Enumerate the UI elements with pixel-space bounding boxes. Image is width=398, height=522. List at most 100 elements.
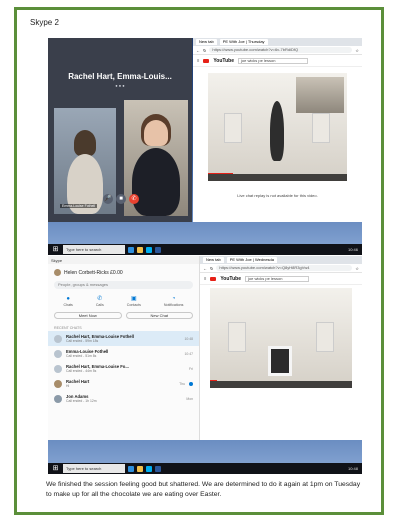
video-player[interactable] xyxy=(210,288,352,388)
browser-window: New tab PE With Joe | Wednesda ← ↻ https… xyxy=(200,256,362,440)
fireplace xyxy=(268,346,292,376)
chat-time: 10:48 xyxy=(184,336,194,341)
nav-contacts[interactable]: ▣ Contacts xyxy=(127,296,141,307)
tab-youtube[interactable]: PE With Joe | Thursday xyxy=(219,39,268,45)
video-player[interactable] xyxy=(208,73,347,181)
windows-start-icon[interactable]: ⊞ xyxy=(51,245,60,254)
star-icon[interactable]: ☆ xyxy=(355,266,359,271)
skype-call-window: Rachel Hart, Emma-Louis... ● ● ● Emma-Lo… xyxy=(48,38,192,222)
meet-now-button[interactable]: Meet Now xyxy=(54,312,122,319)
call-participants: Rachel Hart, Emma-Louis... xyxy=(68,72,172,81)
word-icon[interactable] xyxy=(155,465,161,472)
refresh-icon[interactable]: ↻ xyxy=(210,266,213,271)
hangup-button[interactable]: ✆ xyxy=(129,194,139,204)
nav-chats-label: Chats xyxy=(63,303,73,307)
unread-badge xyxy=(189,381,193,386)
nav-calls[interactable]: ✆ Calls xyxy=(96,296,104,307)
chat-time: Mon xyxy=(186,396,193,401)
nav-notifications[interactable]: ◔ Notifications xyxy=(164,296,184,307)
document-caption: We finished the session feeling good but… xyxy=(46,481,361,498)
address-bar: ← ↻ https://www.youtube.com/watch?v=6v-7… xyxy=(193,46,362,55)
contacts-icon: ▣ xyxy=(131,296,137,302)
chat-item[interactable]: Jon Adams Call ended - 1h 12m Mon xyxy=(48,391,199,406)
skype-profile[interactable]: Helen Corbett-Ricks £0.00 xyxy=(48,264,199,279)
chat-icon: ● xyxy=(66,296,70,302)
chat-item[interactable]: Rachel Hart, Emma-Louise Fothell Call end… xyxy=(48,331,199,346)
taskbar-clock: 10:46 xyxy=(347,247,358,252)
tile-left-name: Emma-Louise Fothell xyxy=(60,204,98,208)
presenter xyxy=(270,101,284,161)
chat-time: Fri xyxy=(189,366,193,371)
youtube-header: ≡ YouTube joe wicks pe lesson xyxy=(193,55,362,67)
folder-icon[interactable] xyxy=(137,246,143,253)
skype-search-input[interactable]: People, groups & messages xyxy=(54,281,193,289)
chat-avatar xyxy=(54,334,62,343)
chat-preview: Call ended - 44m 5s xyxy=(66,369,97,373)
youtube-search-input[interactable]: joe wicks pe lesson xyxy=(245,275,309,282)
shelf-left xyxy=(228,322,246,352)
pip-video[interactable] xyxy=(296,77,344,113)
chat-preview: Call ended - 51m 8s xyxy=(66,354,97,358)
back-icon[interactable]: ← xyxy=(196,48,200,53)
video-controls[interactable] xyxy=(210,381,352,388)
person-right-body xyxy=(132,148,180,216)
menu-icon[interactable]: ≡ xyxy=(197,58,199,63)
tab-new[interactable]: New tab xyxy=(203,257,224,263)
word-icon[interactable] xyxy=(155,246,161,253)
chat-item[interactable]: Rachel Hart Hi Thu xyxy=(48,376,199,391)
skype-titlebar: Skype xyxy=(48,256,199,264)
camera-button[interactable]: ■ xyxy=(116,194,126,204)
address-bar: ← ↻ https://www.youtube.com/watch?v=Q8yH… xyxy=(200,264,362,273)
nav-contacts-label: Contacts xyxy=(126,303,141,307)
nav-calls-label: Calls xyxy=(95,303,104,307)
youtube-logo-icon[interactable] xyxy=(210,276,217,281)
star-icon[interactable]: ☆ xyxy=(355,48,359,53)
mic-button[interactable]: 🎤 xyxy=(103,194,113,204)
folder-icon[interactable] xyxy=(137,465,143,472)
youtube-wordmark: YouTube xyxy=(213,57,234,64)
skype-icon[interactable] xyxy=(146,465,152,472)
screenshot-skype-call: Rachel Hart, Emma-Louis... ● ● ● Emma-Lo… xyxy=(48,38,362,255)
refresh-icon[interactable]: ↻ xyxy=(203,48,206,53)
url-input[interactable]: https://www.youtube.com/watch?v=Q8yH8R3g… xyxy=(216,265,353,271)
youtube-logo-icon[interactable] xyxy=(203,58,210,63)
avatar xyxy=(54,269,61,276)
document-title: Skype 2 xyxy=(30,18,59,27)
recent-chats-header: RECENT CHATS xyxy=(54,326,82,330)
edge-icon[interactable] xyxy=(128,465,134,472)
tab-new[interactable]: New tab xyxy=(196,39,217,45)
taskbar-clock: 10:48 xyxy=(347,466,358,471)
taskbar: ⊞ Type here to search 10:48 xyxy=(48,463,362,474)
chat-time: Thu xyxy=(179,381,185,386)
nav-chats[interactable]: ● Chats xyxy=(63,296,72,307)
skype-window: Skype Helen Corbett-Ricks £0.00 People, … xyxy=(48,256,200,440)
chat-time: 10:47 xyxy=(184,351,194,356)
taskbar-search-input[interactable]: Type here to search xyxy=(63,464,125,473)
shelf-right xyxy=(316,322,334,352)
nav-notifications-label: Notifications xyxy=(163,303,184,307)
skype-icon[interactable] xyxy=(146,246,152,253)
edge-icon[interactable] xyxy=(128,246,134,253)
bell-icon: ◔ xyxy=(171,296,176,302)
menu-icon[interactable]: ≡ xyxy=(204,276,206,281)
live-chat-notice: Live chat replay is not available for th… xyxy=(237,193,318,198)
shelf-right xyxy=(312,113,330,143)
windows-start-icon[interactable]: ⊞ xyxy=(51,464,60,473)
chat-avatar xyxy=(54,379,62,388)
new-chat-button[interactable]: New Chat xyxy=(125,312,193,319)
chat-item[interactable]: Emma-Louise Fothell Call ended - 51m 8s 1… xyxy=(48,346,199,361)
browser-window: New tab PE With Joe | Thursday ← ↻ https… xyxy=(193,38,362,222)
youtube-search-input[interactable]: joe wicks pe lesson xyxy=(238,57,308,64)
tab-youtube[interactable]: PE With Joe | Wednesda xyxy=(226,257,278,263)
tab-bar: New tab PE With Joe | Wednesda xyxy=(200,256,362,264)
url-input[interactable]: https://www.youtube.com/watch?v=6v-7bRdi… xyxy=(209,47,353,53)
taskbar-search-input[interactable]: Type here to search xyxy=(63,245,125,254)
video-controls[interactable] xyxy=(208,174,347,181)
chat-item[interactable]: Rachel Hart, Emma-Louise Fo... Call ended… xyxy=(48,361,199,376)
shelf-left xyxy=(224,113,242,143)
chat-avatar xyxy=(54,364,62,373)
skype-actions: Meet Now New Chat xyxy=(48,309,199,322)
screenshot-skype-chats: Skype Helen Corbett-Ricks £0.00 People, … xyxy=(48,256,362,474)
tab-bar: New tab PE With Joe | Thursday xyxy=(193,38,362,46)
back-icon[interactable]: ← xyxy=(203,266,207,271)
